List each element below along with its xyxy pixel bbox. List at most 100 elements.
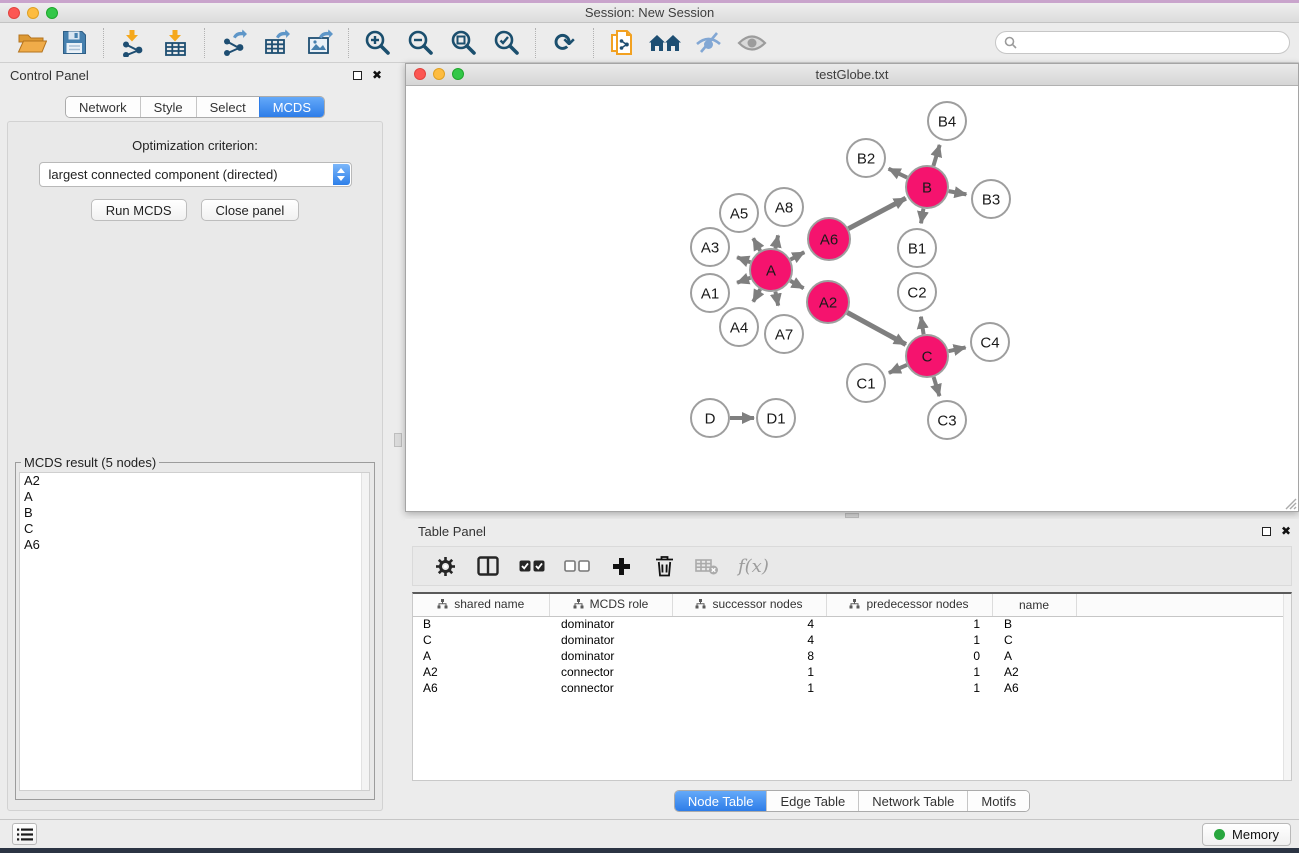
mcds-result-item[interactable]: A6 [20,537,369,553]
table-cell[interactable]: A2 [992,664,1076,680]
table-cell[interactable]: connector [549,680,672,696]
table-cell[interactable]: 8 [672,648,826,664]
delete-column-trash-icon[interactable] [652,552,676,580]
table-cell[interactable]: A [992,648,1076,664]
table-cell[interactable]: connector [549,664,672,680]
show-graphics-details-icon[interactable] [730,26,773,60]
close-panel-icon[interactable]: ✖ [372,69,382,81]
memory-button[interactable]: Memory [1202,823,1291,846]
export-image-icon[interactable] [298,26,341,60]
table-cell[interactable]: 1 [826,632,992,648]
horizontal-splitter[interactable] [405,512,1299,519]
create-column-plus-icon[interactable] [609,552,633,580]
node-A3[interactable]: A3 [691,228,729,266]
zoom-selected-icon[interactable] [485,26,528,60]
node-A1[interactable]: A1 [691,274,729,312]
node-C[interactable]: C [906,335,948,377]
table-cell[interactable]: C [413,632,549,648]
tab-style[interactable]: Style [140,97,196,117]
table-cell[interactable]: 0 [826,648,992,664]
search-input[interactable] [1022,35,1281,50]
table-cell[interactable]: 4 [672,616,826,632]
column-header-successor-nodes[interactable]: successor nodes [672,594,826,616]
zoom-out-icon[interactable] [399,26,442,60]
mcds-result-item[interactable]: B [20,505,369,521]
result-list-scrollbar[interactable] [361,473,369,790]
node-C3[interactable]: C3 [928,401,966,439]
close-panel-icon[interactable]: ✖ [1281,525,1291,537]
column-header-name[interactable]: name [992,594,1076,616]
node-A8[interactable]: A8 [765,188,803,226]
table-cell[interactable]: dominator [549,648,672,664]
tab-mcds[interactable]: MCDS [259,97,324,117]
zoom-in-icon[interactable] [356,26,399,60]
tab-node-table[interactable]: Node Table [675,791,767,811]
table-cell[interactable]: A [413,648,549,664]
select-all-columns-icon[interactable] [519,552,545,580]
run-mcds-button[interactable]: Run MCDS [91,199,187,221]
table-cell[interactable]: dominator [549,616,672,632]
node-A7[interactable]: A7 [765,315,803,353]
new-session-from-network-icon[interactable] [601,26,644,60]
node-B[interactable]: B [906,166,948,208]
network-canvas[interactable]: B4B2BB3A5A8A6A3B1AA1C2A2A4A7C4CC1DD1C3 [406,87,1298,511]
table-scrollbar[interactable] [1283,594,1291,780]
table-row[interactable]: A6connector11A6 [413,680,1291,696]
home-icon[interactable] [644,26,687,60]
vertical-splitter[interactable] [390,63,405,819]
network-window-titlebar[interactable]: testGlobe.txt [406,64,1298,86]
float-panel-icon[interactable] [1262,527,1271,536]
table-row[interactable]: A2connector11A2 [413,664,1291,680]
import-table-icon[interactable] [154,26,197,60]
resize-grip[interactable] [1283,496,1297,510]
node-B3[interactable]: B3 [972,180,1010,218]
node-C2[interactable]: C2 [898,273,936,311]
export-network-icon[interactable] [212,26,255,60]
node-B2[interactable]: B2 [847,139,885,177]
table-cell[interactable]: A6 [413,680,549,696]
unselect-all-columns-icon[interactable] [564,552,590,580]
table-row[interactable]: Adominator80A [413,648,1291,664]
open-file-icon[interactable] [10,26,53,60]
table-cell[interactable]: dominator [549,632,672,648]
table-row[interactable]: Cdominator41C [413,632,1291,648]
table-cell[interactable]: 1 [826,616,992,632]
table-settings-gear-icon[interactable] [433,552,457,580]
zoom-fit-icon[interactable] [442,26,485,60]
tab-motifs[interactable]: Motifs [967,791,1029,811]
node-A6[interactable]: A6 [808,218,850,260]
node-A4[interactable]: A4 [720,308,758,346]
save-session-icon[interactable] [53,26,96,60]
node-A5[interactable]: A5 [720,194,758,232]
node-A[interactable]: A [750,249,792,291]
table-cell[interactable]: 1 [672,664,826,680]
export-table-icon[interactable] [255,26,298,60]
node-B4[interactable]: B4 [928,102,966,140]
hide-graphics-details-icon[interactable] [687,26,730,60]
import-network-icon[interactable] [111,26,154,60]
mcds-result-item[interactable]: C [20,521,369,537]
show-column-panel-icon[interactable] [476,552,500,580]
column-header-mcds-role[interactable]: MCDS role [549,594,672,616]
node-C4[interactable]: C4 [971,323,1009,361]
table-row[interactable]: Bdominator41B [413,616,1291,632]
table-cell[interactable]: A6 [992,680,1076,696]
mcds-result-item[interactable]: A [20,489,369,505]
tab-network[interactable]: Network [66,97,140,117]
table-cell[interactable]: 4 [672,632,826,648]
splitter-handle[interactable] [845,513,859,518]
column-header-predecessor-nodes[interactable]: predecessor nodes [826,594,992,616]
table-cell[interactable]: 1 [826,680,992,696]
splitter-handle[interactable] [394,433,402,447]
node-A2[interactable]: A2 [807,281,849,323]
mcds-result-item[interactable]: A2 [20,473,369,489]
table-cell[interactable]: A2 [413,664,549,680]
refresh-icon[interactable]: ⟳ [543,26,586,60]
tab-select[interactable]: Select [196,97,259,117]
table-cell[interactable]: B [413,616,549,632]
tab-network-table[interactable]: Network Table [858,791,967,811]
column-header-shared-name[interactable]: shared name [413,594,549,616]
node-D1[interactable]: D1 [757,399,795,437]
table-cell[interactable]: B [992,616,1076,632]
float-panel-icon[interactable] [353,71,362,80]
